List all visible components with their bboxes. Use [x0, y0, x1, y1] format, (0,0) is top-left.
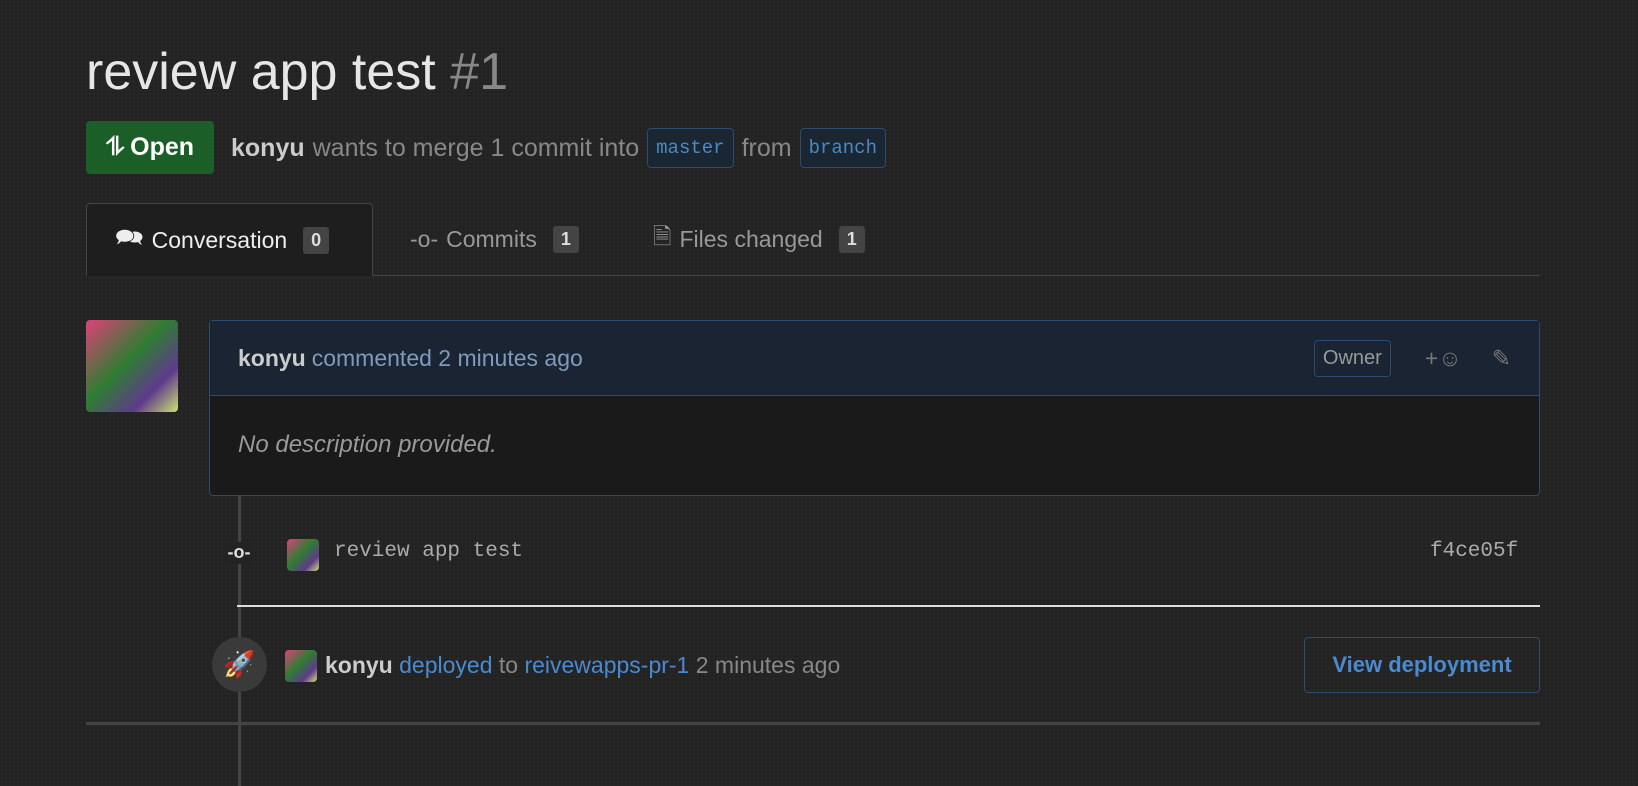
pull-request-icon: ⥮ — [105, 133, 125, 161]
deploy-event: konyu deployed to reivewapps-pr-1 2 minu… — [325, 652, 840, 679]
deployed-link[interactable]: deployed — [399, 652, 492, 678]
environment-link[interactable]: reivewapps-pr-1 — [524, 652, 689, 678]
owner-badge: Owner — [1313, 339, 1391, 377]
tab-count: 1 — [838, 226, 865, 253]
view-deployment-button[interactable]: View deployment — [1304, 637, 1540, 693]
tab-label: Conversation — [151, 226, 288, 253]
commit-icon: -o- — [224, 542, 254, 564]
tab-label: Files changed — [679, 226, 823, 252]
to-text: to — [498, 652, 519, 678]
comment-author[interactable]: konyu — [238, 345, 306, 372]
status-badge: ⥮ Open — [86, 121, 214, 174]
commit-sha[interactable]: f4ce05f — [1430, 540, 1518, 563]
pr-number: #1 — [450, 43, 509, 101]
comment-box: konyu commented 2 minutes ago Owner +☺ ✎… — [209, 320, 1540, 496]
avatar[interactable] — [287, 539, 319, 571]
file-diff-icon: 🗎 — [653, 223, 672, 249]
commit-message[interactable]: review app test — [334, 540, 523, 563]
deploy-author[interactable]: konyu — [325, 652, 393, 678]
author-link[interactable]: konyu — [231, 134, 305, 163]
from-text: from — [741, 133, 792, 162]
avatar[interactable] — [285, 650, 317, 682]
section-divider — [86, 722, 1540, 725]
tab-label: Commits — [446, 226, 537, 252]
status-label: Open — [130, 133, 195, 161]
head-branch[interactable]: branch — [799, 128, 886, 168]
rocket-icon: 🚀 — [212, 637, 267, 692]
tab-files-changed[interactable]: 🗎 Files changed 1 — [625, 203, 893, 276]
tab-commits[interactable]: -o- Commits 1 — [382, 203, 607, 276]
plus-label: + — [1424, 344, 1439, 371]
timeline-divider — [237, 605, 1540, 607]
comment-timestamp[interactable]: commented 2 minutes ago — [312, 345, 583, 372]
tab-count: 0 — [303, 226, 330, 254]
tab-conversation[interactable]: 🗪 Conversation 0 — [86, 203, 373, 276]
deploy-time: 2 minutes ago — [695, 652, 841, 678]
avatar[interactable] — [86, 320, 178, 412]
base-branch[interactable]: master — [647, 128, 734, 168]
edit-pencil-icon[interactable]: ✎ — [1492, 345, 1511, 372]
tab-count: 1 — [552, 226, 579, 253]
smiley-icon: ☺ — [1438, 344, 1462, 371]
add-reaction-button[interactable]: +☺ — [1425, 345, 1462, 372]
comment-body: No description provided. — [238, 431, 497, 458]
pr-title: review app test — [86, 43, 436, 101]
page-title: review app test #1 — [86, 42, 508, 102]
merge-text: wants to merge 1 commit into — [312, 133, 640, 162]
comment-header: konyu commented 2 minutes ago Owner +☺ ✎ — [210, 321, 1539, 396]
pr-meta: konyu wants to merge 1 commit into maste… — [231, 128, 886, 168]
commit-icon: -o- — [410, 226, 439, 252]
comment-discussion-icon: 🗪 — [115, 223, 144, 250]
